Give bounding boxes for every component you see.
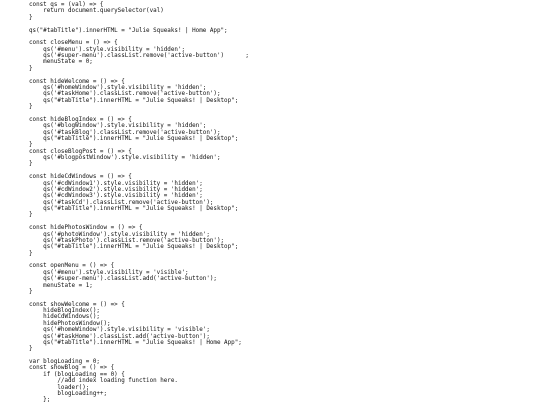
code-line: qs("#tabTitle").innerHTML = "Julie Squea… [29,135,239,142]
code-line: qs("#tabTitle").innerHTML = "Julie Squea… [29,244,239,251]
code-line: qs("#tabTitle").innerHTML = "Julie Squea… [29,97,239,104]
code-line: qs('#taskHome').classList.remove('active… [29,91,221,98]
code-line: qs("#tabTitle").innerHTML = "Julie Squea… [29,27,228,34]
code-line: qs('#taskBlog').classList.remove('active… [29,129,221,136]
code-line: qs('#super-menu').classList.add('active-… [29,276,217,283]
code-line: qs('#blogpostWindow').style.visibility =… [29,155,221,161]
code-line: qs("#tabTitle").innerHTML = "Julie Squea… [29,206,239,212]
code-line: }; [29,397,51,404]
code-view: const qs = (val) => { return document.qu… [29,2,249,404]
code-line: qs("#tabTitle").innerHTML = "Julie Squea… [29,339,242,346]
